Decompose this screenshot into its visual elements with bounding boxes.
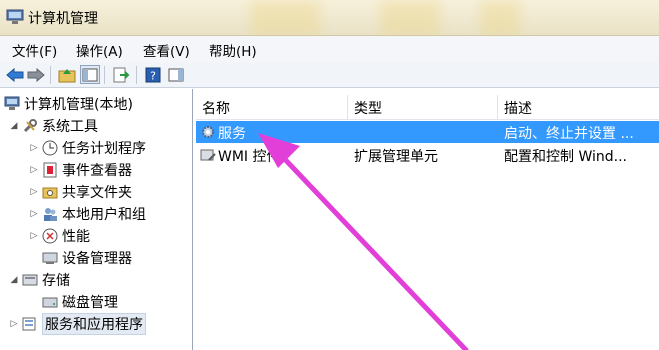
blurred-region: [480, 0, 520, 36]
svg-text:?: ?: [150, 69, 156, 82]
storage-icon: [22, 274, 38, 286]
expand-arrow-icon[interactable]: ▷: [28, 143, 40, 153]
list-item-wmi-control[interactable]: WMI 控件 扩展管理单元 配置和控制 Wind...: [196, 144, 659, 166]
toolbar: ?: [0, 62, 659, 88]
collapse-arrow-icon[interactable]: ◢: [8, 275, 20, 285]
up-level-button[interactable]: [57, 65, 77, 84]
expand-arrow-icon[interactable]: ▷: [28, 231, 40, 241]
tree-node-disk-management[interactable]: 磁盘管理: [40, 291, 118, 313]
tree-label: 系统工具: [42, 119, 98, 135]
tree-label: 磁盘管理: [62, 295, 118, 311]
tree-node-performance[interactable]: ▷ 性能: [28, 225, 90, 247]
blurred-region: [380, 0, 440, 36]
action-pane-icon: [168, 68, 184, 81]
help-icon: ?: [145, 67, 161, 82]
wmi-control-icon: [200, 149, 216, 161]
details-list: 名称 类型 描述 服务 启动、终止并设置 ... WMI 控件 扩展管理单元 配…: [196, 89, 659, 350]
header-divider: [196, 119, 659, 120]
gear-icon: [202, 126, 214, 138]
tree-label: 设备管理器: [62, 251, 132, 267]
event-viewer-icon: [43, 162, 57, 178]
clock-icon: [42, 140, 58, 156]
console-tree: 计算机管理(本地) ◢ 系统工具 ▷ 任务计划程序 ▷ 事件查看器 ▷ 共享文件…: [0, 89, 193, 350]
list-cell-name: WMI 控件: [218, 149, 281, 165]
export-list-button[interactable]: [111, 65, 131, 84]
blurred-region: [250, 0, 320, 36]
list-cell-name: 服务: [218, 126, 246, 142]
tree-node-shared-folders[interactable]: ▷ 共享文件夹: [28, 181, 132, 203]
column-header-description[interactable]: 描述: [498, 95, 659, 119]
expand-arrow-icon[interactable]: ▷: [28, 187, 40, 197]
tree-label: 事件查看器: [62, 163, 132, 179]
tree-node-local-users[interactable]: ▷ 本地用户和组: [28, 203, 146, 225]
tree-label: 任务计划程序: [62, 141, 146, 157]
device-manager-icon: [42, 252, 58, 264]
tree-node-event-viewer[interactable]: ▷ 事件查看器: [28, 159, 132, 181]
tree-label: 共享文件夹: [62, 185, 132, 201]
list-cell-description: 配置和控制 Wind...: [504, 149, 627, 165]
expand-arrow-icon[interactable]: ▷: [8, 319, 20, 329]
collapse-arrow-icon[interactable]: ◢: [8, 121, 20, 131]
back-button[interactable]: [5, 65, 25, 84]
column-header-name[interactable]: 名称: [196, 95, 348, 119]
tree-node-task-scheduler[interactable]: ▷ 任务计划程序: [28, 137, 146, 159]
tree-node-device-manager[interactable]: 设备管理器: [40, 247, 132, 269]
disk-icon: [42, 297, 58, 308]
console-tree-icon: [82, 68, 98, 81]
show-action-pane-button[interactable]: [166, 65, 186, 84]
expand-arrow-icon[interactable]: ▷: [28, 209, 40, 219]
menu-bar: 文件(F) 操作(A) 查看(V) 帮助(H): [0, 36, 659, 62]
toolbar-separator: [50, 66, 51, 84]
forward-button[interactable]: [26, 65, 46, 84]
column-header-type[interactable]: 类型: [348, 95, 498, 119]
toolbar-separator: [136, 66, 137, 84]
menu-file[interactable]: 文件(F): [12, 40, 57, 60]
tree-label: 计算机管理(本地): [24, 97, 133, 113]
expand-arrow-icon[interactable]: ▷: [28, 165, 40, 175]
shared-folder-icon: [42, 187, 58, 199]
tree-node-services-apps[interactable]: ▷ 服务和应用程序: [8, 313, 146, 335]
tree-label: 存储: [42, 273, 70, 289]
services-apps-icon: [22, 317, 36, 331]
tree-label: 性能: [62, 229, 90, 245]
tree-label: 服务和应用程序: [42, 313, 146, 335]
export-icon: [113, 67, 130, 82]
menu-help[interactable]: 帮助(H): [209, 40, 257, 60]
performance-icon: [42, 228, 58, 244]
computer-management-icon: [6, 9, 24, 24]
list-cell-description: 启动、终止并设置 ...: [504, 126, 634, 142]
show-hide-tree-button[interactable]: [80, 65, 100, 84]
tree-node-system-tools[interactable]: ◢ 系统工具: [8, 115, 98, 137]
tools-icon: [23, 119, 37, 133]
toolbar-separator: [104, 66, 105, 84]
list-item-services[interactable]: 服务 启动、终止并设置 ...: [196, 121, 659, 143]
computer-management-icon: [4, 96, 20, 110]
tree-node-computer-management[interactable]: 计算机管理(本地): [4, 93, 133, 115]
tree-label: 本地用户和组: [62, 207, 146, 223]
help-button[interactable]: ?: [143, 65, 163, 84]
folder-up-icon: [58, 68, 76, 82]
window-title: 计算机管理: [28, 11, 98, 27]
tree-node-storage[interactable]: ◢ 存储: [8, 269, 70, 291]
list-cell-type: 扩展管理单元: [354, 149, 438, 165]
users-icon: [44, 208, 57, 221]
forward-arrow-icon: [27, 67, 45, 82]
menu-action[interactable]: 操作(A): [76, 40, 123, 60]
title-bar: 计算机管理: [0, 0, 659, 36]
menu-view[interactable]: 查看(V): [143, 40, 190, 60]
back-arrow-icon: [6, 67, 24, 82]
